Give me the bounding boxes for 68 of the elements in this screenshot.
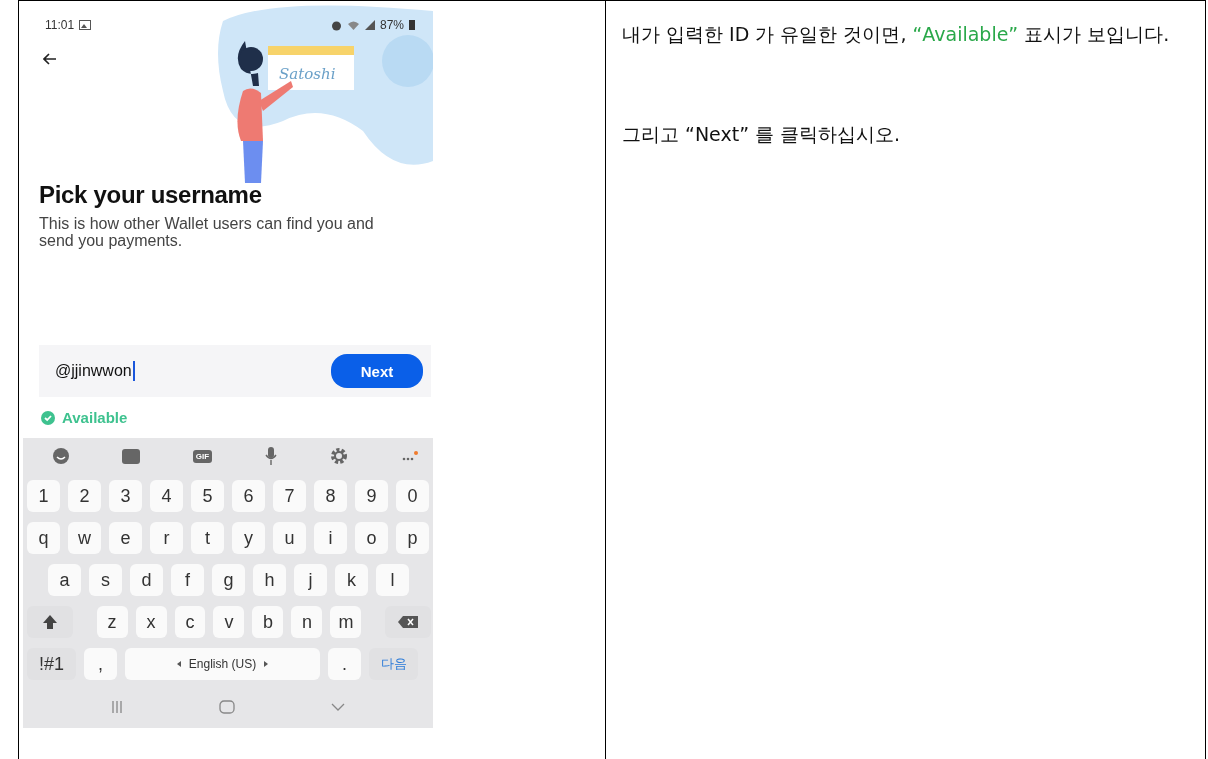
keyboard-key[interactable]: s bbox=[89, 564, 122, 596]
more-icon[interactable] bbox=[400, 450, 419, 462]
keyboard-key[interactable]: e bbox=[109, 522, 142, 554]
page-title: Pick your username bbox=[39, 181, 263, 209]
keyboard-key[interactable]: p bbox=[396, 522, 429, 554]
keyboard-key[interactable]: i bbox=[314, 522, 347, 554]
availability-status: Available bbox=[62, 409, 128, 426]
instruction-paragraph: 내가 입력한 ID 가 유일한 것이면, “Available” 표시가 보입니다. bbox=[622, 22, 1171, 47]
right-triangle-icon bbox=[264, 661, 269, 667]
symbols-key[interactable]: !#1 bbox=[27, 648, 76, 680]
keyboard-key[interactable]: h bbox=[253, 564, 286, 596]
backspace-key[interactable] bbox=[384, 606, 431, 638]
gif-key[interactable]: GIF bbox=[192, 449, 213, 463]
chevron-down-icon[interactable] bbox=[331, 703, 345, 711]
keyboard-key[interactable]: n bbox=[291, 606, 323, 638]
back-arrow-icon[interactable] bbox=[43, 53, 57, 65]
keyboard-key[interactable]: x bbox=[135, 606, 167, 638]
wifi-icon bbox=[346, 20, 360, 30]
keyboard-key[interactable]: 6 bbox=[232, 480, 265, 512]
keyboard-key[interactable]: 8 bbox=[314, 480, 347, 512]
period-key[interactable]: . bbox=[328, 648, 361, 680]
next-button[interactable]: Next bbox=[331, 354, 423, 388]
signal-icon bbox=[364, 20, 375, 30]
page-subtitle: This is how other Wallet users can find you and send you payments. bbox=[39, 215, 375, 249]
keyboard-key[interactable]: 2 bbox=[68, 480, 101, 512]
keyboard-key[interactable]: b bbox=[252, 606, 284, 638]
comma-key[interactable]: , bbox=[84, 648, 117, 680]
battery-icon bbox=[409, 20, 415, 30]
keyboard-key[interactable]: f bbox=[171, 564, 204, 596]
keyboard-key[interactable]: m bbox=[330, 606, 362, 638]
keyboard-key[interactable]: u bbox=[273, 522, 306, 554]
keyboard-key[interactable]: 9 bbox=[355, 480, 388, 512]
instruction-paragraph: 그리고 “Next” 를 클릭하십시오. bbox=[622, 122, 902, 147]
keyboard-key[interactable]: q bbox=[27, 522, 60, 554]
keyboard-key[interactable]: y bbox=[232, 522, 265, 554]
keyboard-key[interactable]: t bbox=[191, 522, 224, 554]
keyboard-key[interactable]: c bbox=[174, 606, 206, 638]
shift-key[interactable] bbox=[27, 606, 73, 638]
username-field[interactable]: @jjinwwon Next bbox=[39, 345, 431, 397]
keyboard-key[interactable]: 0 bbox=[396, 480, 429, 512]
keyboard-key[interactable]: d bbox=[130, 564, 163, 596]
left-triangle-icon bbox=[176, 661, 181, 667]
keyboard-key[interactable]: g bbox=[212, 564, 245, 596]
keyboard-key[interactable]: r bbox=[150, 522, 183, 554]
keyboard-key[interactable]: j bbox=[294, 564, 327, 596]
battery-percentage: 87% bbox=[379, 18, 404, 32]
keyboard-key[interactable]: l bbox=[376, 564, 409, 596]
keyboard-key[interactable]: 7 bbox=[273, 480, 306, 512]
keyboard-key[interactable]: z bbox=[96, 606, 128, 638]
settings-icon[interactable] bbox=[330, 447, 349, 465]
home-icon[interactable] bbox=[219, 700, 235, 714]
keyboard-key[interactable]: 4 bbox=[150, 480, 183, 512]
status-time: 11:01 bbox=[45, 18, 75, 32]
keyboard-key[interactable]: v bbox=[213, 606, 245, 638]
emoji-icon[interactable] bbox=[53, 448, 69, 464]
shift-arrow-icon bbox=[42, 614, 58, 630]
sign-label: Satoshi bbox=[279, 65, 336, 83]
keyboard-key[interactable]: 3 bbox=[109, 480, 142, 512]
keyboard-key[interactable]: o bbox=[355, 522, 388, 554]
keyboard-key[interactable]: 5 bbox=[191, 480, 224, 512]
keyboard-key[interactable]: 1 bbox=[27, 480, 60, 512]
keyboard-key[interactable]: k bbox=[335, 564, 368, 596]
keyboard-key[interactable]: w bbox=[68, 522, 101, 554]
image-icon bbox=[79, 20, 92, 30]
microphone-icon[interactable] bbox=[265, 447, 278, 465]
backspace-icon bbox=[397, 616, 418, 628]
keyboard-key[interactable]: a bbox=[48, 564, 81, 596]
space-key[interactable]: English (US) bbox=[125, 648, 320, 680]
